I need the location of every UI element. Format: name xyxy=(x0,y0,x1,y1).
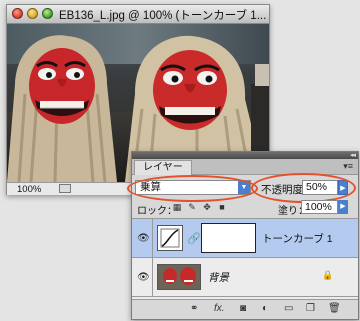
new-layer-icon[interactable]: ❐ xyxy=(306,303,315,315)
folder-icon[interactable]: ▭ xyxy=(284,303,293,315)
collapse-icon[interactable]: ◂◂ xyxy=(350,151,356,159)
fill-slider-toggle-icon[interactable]: ▶ xyxy=(338,200,348,214)
link-icon[interactable]: ⚭ xyxy=(190,303,198,315)
lock-icon: 🔒 xyxy=(322,270,334,280)
chain-link-icon[interactable]: 🔗 xyxy=(187,232,201,245)
background-layer-thumbnail[interactable] xyxy=(157,264,201,290)
tab-layers[interactable]: レイヤー xyxy=(134,160,192,175)
panel-menu-icon[interactable]: ▾≡ xyxy=(343,161,353,172)
status-menu-button[interactable] xyxy=(59,184,71,193)
lock-image-icon[interactable]: ✎ xyxy=(187,202,197,212)
blend-mode-select[interactable]: 乗算 ▼ xyxy=(135,180,251,195)
blend-mode-value: 乗算 xyxy=(140,181,161,193)
layers-panel[interactable]: ◂◂ レイヤー ▾≡ 乗算 ▼ 不透明度： 50% ▶ ロック： ▦ ✎ ✥ ■… xyxy=(127,151,359,320)
close-window-button[interactable] xyxy=(12,8,23,19)
curves-adjustment-icon[interactable] xyxy=(157,225,183,251)
lock-transparency-icon[interactable]: ▦ xyxy=(172,202,182,212)
zoom-level[interactable]: 100% xyxy=(17,184,41,195)
eye-icon[interactable]: 👁 xyxy=(137,272,150,283)
document-titlebar[interactable]: EB136_L.jpg @ 100% (トーンカーブ 1... xyxy=(7,5,269,24)
trash-icon[interactable]: 🗑 xyxy=(328,303,341,315)
panel-topbar[interactable]: ◂◂ xyxy=(132,152,358,159)
lock-all-icon[interactable]: ■ xyxy=(217,202,227,212)
eye-icon[interactable]: 👁 xyxy=(137,233,150,244)
adjustment-icon[interactable]: ◐ xyxy=(262,303,268,315)
opacity-input[interactable]: 50% xyxy=(302,180,338,195)
minimize-window-button[interactable] xyxy=(27,8,38,19)
layers-list: 👁 🔗 トーンカーブ 1 👁 背景 🔒 xyxy=(132,218,358,299)
lock-row: ロック： ▦ ✎ ✥ ■ 塗り： 100% ▶ xyxy=(132,200,358,217)
layer-row-curves[interactable]: 👁 🔗 トーンカーブ 1 xyxy=(132,219,358,258)
layer-row-background[interactable]: 👁 背景 🔒 xyxy=(132,258,358,297)
visibility-cell[interactable]: 👁 xyxy=(132,258,153,296)
lock-label: ロック： xyxy=(137,206,177,217)
layer-name[interactable]: 背景 xyxy=(208,270,229,285)
fx-icon[interactable]: fx. xyxy=(214,303,225,315)
layer-mask-thumbnail[interactable] xyxy=(201,223,256,253)
panel-footer: ⚭ fx. ◙ ◐ ▭ ❐ 🗑 xyxy=(132,299,358,319)
document-title: EB136_L.jpg @ 100% (トーンカーブ 1... xyxy=(59,10,267,22)
layer-name[interactable]: トーンカーブ 1 xyxy=(262,231,333,246)
fill-input[interactable]: 100% xyxy=(301,200,338,214)
mask-icon[interactable]: ◙ xyxy=(240,303,246,315)
chevron-down-icon: ▼ xyxy=(238,181,250,194)
opacity-slider-toggle-icon[interactable]: ▶ xyxy=(338,180,348,195)
lock-position-icon[interactable]: ✥ xyxy=(202,202,212,212)
visibility-cell[interactable]: 👁 xyxy=(132,219,153,257)
panel-tab-row: レイヤー ▾≡ xyxy=(132,159,358,175)
zoom-window-button[interactable] xyxy=(42,8,53,19)
